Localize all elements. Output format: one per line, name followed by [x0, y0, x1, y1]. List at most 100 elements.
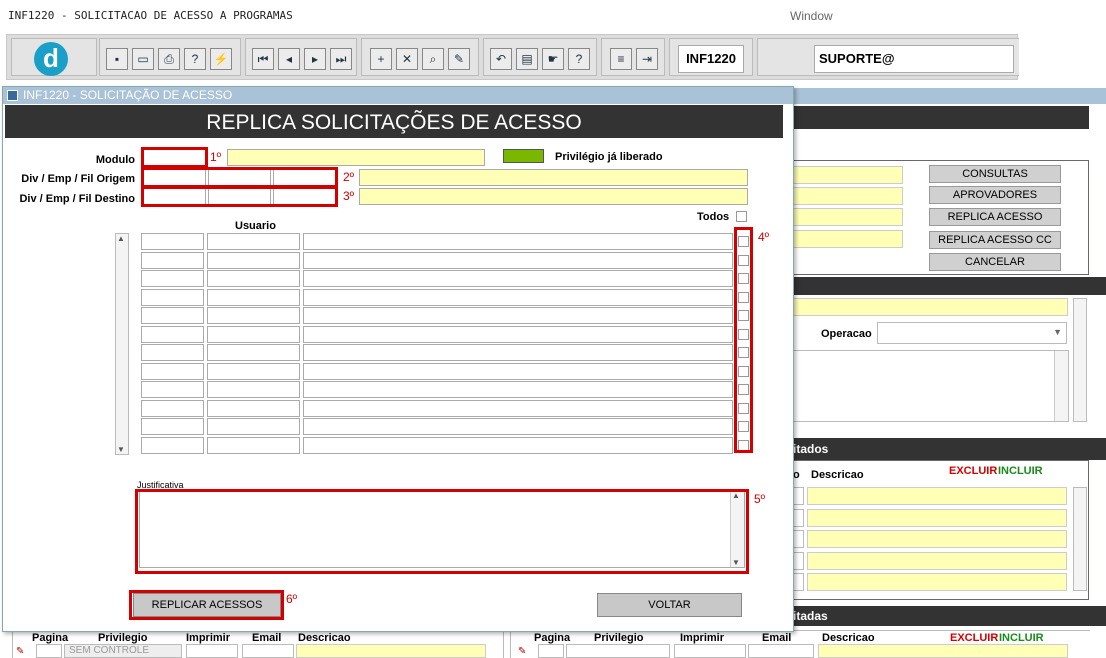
- bg-field-4[interactable]: [793, 230, 903, 248]
- usuario-col1-cell[interactable]: [141, 270, 204, 287]
- usuario-col1-cell[interactable]: [141, 344, 204, 361]
- bl-privilegio-select[interactable]: SEM CONTROLE: [64, 644, 182, 658]
- bl-descricao-field[interactable]: [296, 644, 486, 658]
- help-icon[interactable]: ?: [568, 48, 590, 70]
- consultas-button[interactable]: CONSULTAS: [929, 165, 1061, 183]
- usuario-col2-cell[interactable]: [207, 251, 300, 269]
- usuario-name-cell[interactable]: [303, 362, 733, 380]
- bg-textarea-scrollbar[interactable]: [1054, 351, 1068, 421]
- usuario-col2-cell[interactable]: [207, 362, 300, 380]
- usuario-col2-cell[interactable]: [207, 233, 300, 250]
- grid-scrollbar[interactable]: ▲ ▼: [115, 233, 129, 455]
- menu-icon[interactable]: ≡: [610, 48, 632, 70]
- usuario-name-cell[interactable]: [303, 233, 733, 250]
- replica-acesso-button[interactable]: REPLICA ACESSO: [929, 208, 1061, 226]
- usuario-col1-cell[interactable]: [141, 325, 204, 343]
- usuario-col1-cell[interactable]: [141, 307, 204, 324]
- usuario-name-cell[interactable]: [303, 436, 733, 454]
- usuario-col2-cell[interactable]: [207, 270, 300, 287]
- usuario-col1-cell[interactable]: [141, 362, 204, 380]
- bg-scrollbar-2[interactable]: [1073, 487, 1087, 591]
- next-record-icon[interactable]: ▸: [304, 48, 326, 70]
- usuario-col2-cell[interactable]: [207, 344, 300, 361]
- last-record-icon[interactable]: ⏭: [330, 48, 352, 70]
- bl-row-icon[interactable]: ✎: [16, 646, 32, 658]
- usuario-col2-cell[interactable]: [207, 307, 300, 324]
- voltar-button[interactable]: VOLTAR: [597, 593, 742, 617]
- br-email-select[interactable]: [748, 644, 814, 658]
- usuario-col1-cell[interactable]: [141, 418, 204, 435]
- bg-s1-row-3[interactable]: [807, 530, 1067, 548]
- bl-pagina-field[interactable]: [36, 644, 62, 658]
- first-record-icon[interactable]: ⏮: [252, 48, 274, 70]
- bg-s1-row-5[interactable]: [807, 573, 1067, 591]
- todos-checkbox[interactable]: [736, 211, 747, 222]
- usuario-name-cell[interactable]: [303, 270, 733, 287]
- br-incluir[interactable]: INCLUIR: [999, 632, 1044, 644]
- print-icon[interactable]: ⎙: [158, 48, 180, 70]
- br-row-icon[interactable]: ✎: [518, 646, 534, 658]
- execute-icon[interactable]: ⚡: [210, 48, 232, 70]
- scroll-up-icon[interactable]: ▲: [117, 234, 125, 243]
- query-icon[interactable]: ⌕: [422, 48, 444, 70]
- scroll-down-icon[interactable]: ▼: [117, 445, 125, 454]
- usuario-name-cell[interactable]: [303, 399, 733, 417]
- br-descricao-field[interactable]: [818, 644, 1068, 658]
- clipboard-icon[interactable]: ▤: [516, 48, 538, 70]
- window-menu[interactable]: Window: [790, 9, 833, 23]
- bg-s1-row-4[interactable]: [807, 552, 1067, 570]
- br-pagina-field[interactable]: [538, 644, 564, 658]
- bl-imprimir-select[interactable]: [186, 644, 238, 658]
- cancelar-button[interactable]: CANCELAR: [929, 253, 1061, 271]
- bg-textarea[interactable]: [793, 350, 1069, 422]
- usuario-name-cell[interactable]: [303, 288, 733, 306]
- excluir-label[interactable]: EXCLUIR: [949, 465, 997, 477]
- bg-s1-cell-3[interactable]: [793, 530, 804, 548]
- br-privilegio-select[interactable]: [566, 644, 670, 658]
- usuario-col1-cell[interactable]: [141, 381, 204, 398]
- usuario-col1-cell[interactable]: [141, 251, 204, 269]
- bg-s1-row-1[interactable]: [807, 487, 1067, 505]
- usuario-col2-cell[interactable]: [207, 381, 300, 398]
- clear-icon[interactable]: ✎: [448, 48, 470, 70]
- bg-s1-cell-2[interactable]: [793, 509, 804, 527]
- usuario-col2-cell[interactable]: [207, 436, 300, 454]
- undo-icon[interactable]: ↶: [490, 48, 512, 70]
- delete-icon[interactable]: ✕: [396, 48, 418, 70]
- usuario-col1-cell[interactable]: [141, 233, 204, 250]
- bg-s1-row-2[interactable]: [807, 509, 1067, 527]
- bg-s1-cell-4[interactable]: [793, 552, 804, 570]
- usuario-name-cell[interactable]: [303, 325, 733, 343]
- bg-scrollbar-1[interactable]: [1073, 298, 1087, 422]
- bg-field-1[interactable]: [793, 166, 903, 184]
- window-icon[interactable]: ▭: [132, 48, 154, 70]
- hand-icon[interactable]: ☛: [542, 48, 564, 70]
- bl-email-select[interactable]: [242, 644, 294, 658]
- usuario-name-cell[interactable]: [303, 418, 733, 435]
- prev-record-icon[interactable]: ◂: [278, 48, 300, 70]
- usuario-col2-cell[interactable]: [207, 418, 300, 435]
- usuario-name-cell[interactable]: [303, 381, 733, 398]
- bg-field-3[interactable]: [793, 208, 903, 226]
- exit-icon[interactable]: ⇥: [636, 48, 658, 70]
- operacao-select[interactable]: ▼: [877, 322, 1067, 344]
- bg-s1-cell-1[interactable]: [793, 487, 804, 505]
- usuario-col2-cell[interactable]: [207, 325, 300, 343]
- bg-field-2[interactable]: [793, 187, 903, 205]
- br-excluir[interactable]: EXCLUIR: [950, 632, 998, 644]
- bg-s1-cell-5[interactable]: [793, 573, 804, 591]
- usuario-col1-cell[interactable]: [141, 436, 204, 454]
- help-query-icon[interactable]: ?: [184, 48, 206, 70]
- br-imprimir-select[interactable]: [674, 644, 746, 658]
- usuario-col2-cell[interactable]: [207, 288, 300, 306]
- usuario-col2-cell[interactable]: [207, 399, 300, 417]
- usuario-col1-cell[interactable]: [141, 399, 204, 417]
- aprovadores-button[interactable]: APROVADORES: [929, 186, 1061, 204]
- usuario-col1-cell[interactable]: [141, 288, 204, 306]
- bg-field-5[interactable]: [793, 298, 1068, 316]
- usuario-name-cell[interactable]: [303, 344, 733, 361]
- insert-icon[interactable]: +: [370, 48, 392, 70]
- incluir-label[interactable]: INCLUIR: [998, 465, 1043, 477]
- replica-acesso-cc-button[interactable]: REPLICA ACESSO CC: [929, 231, 1061, 249]
- usuario-name-cell[interactable]: [303, 251, 733, 269]
